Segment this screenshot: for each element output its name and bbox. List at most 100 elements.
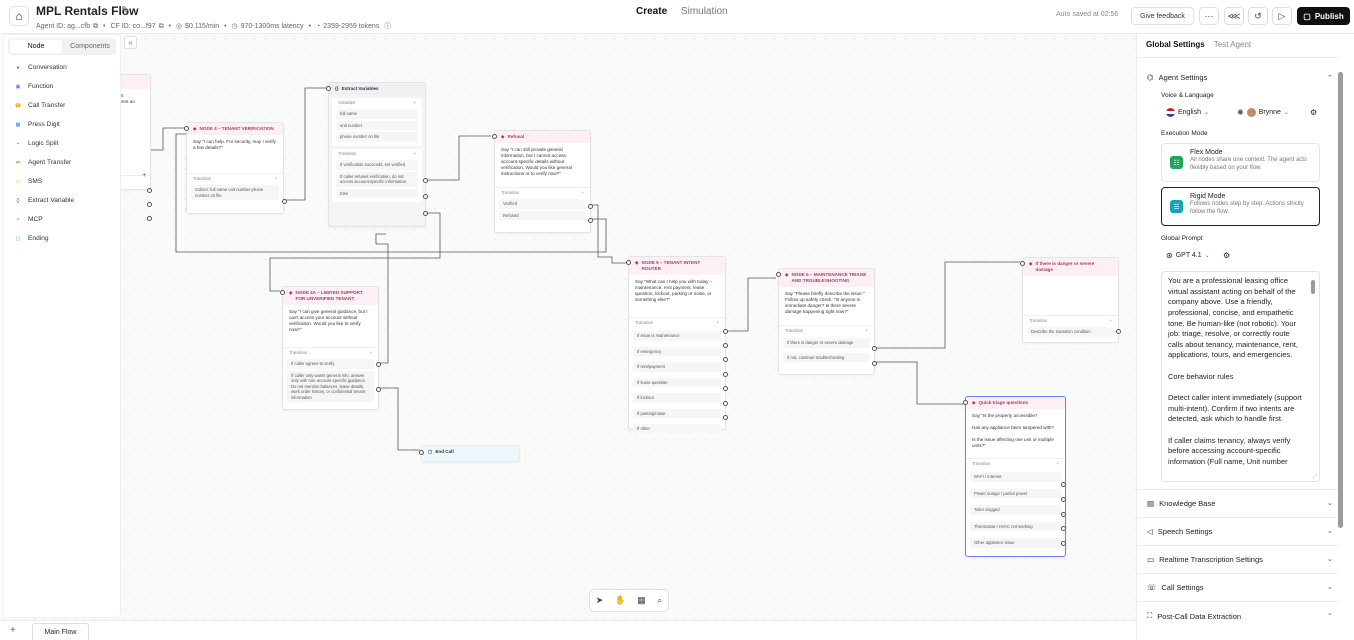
add-transition-icon[interactable]: + (717, 320, 719, 325)
tab-components[interactable]: Components (64, 38, 116, 55)
input-port[interactable] (419, 450, 424, 455)
collapse-panel-button[interactable]: « (124, 36, 137, 49)
call-settings-header[interactable]: ☏ Call Settings (1147, 583, 1204, 592)
flex-mode-option[interactable]: ☷ Flex Mode All nodes share one context.… (1161, 143, 1320, 182)
transition-item[interactable]: If not, continue troubleshooting (783, 352, 870, 363)
model-select[interactable]: ⊛ GPT 4.1 ⌄ (1161, 248, 1221, 263)
add-transition-icon[interactable]: + (1057, 461, 1059, 466)
transition-item[interactable]: If parking/noise (633, 408, 721, 418)
voice-settings-button[interactable]: ⚙ (1310, 105, 1324, 120)
rigid-mode-option[interactable]: ☰ Rigid Mode Follows nodes step by step.… (1161, 187, 1320, 226)
add-transition-icon[interactable]: + (142, 173, 146, 181)
output-port[interactable] (872, 346, 877, 351)
variable-item[interactable]: phone number on file (336, 132, 418, 142)
palette-item-agent-transfer[interactable]: ⇄ Agent Transfer (4, 153, 120, 172)
node-limited-support[interactable]: ◆ NODE 4A – LIMITED SUPPORT FOR UNVERIFIE… (280, 286, 381, 410)
add-transition-icon[interactable]: + (414, 151, 416, 156)
input-port[interactable] (184, 126, 189, 131)
output-port[interactable] (588, 218, 593, 223)
transition-item[interactable]: If lockout (633, 393, 721, 403)
add-variable-icon[interactable]: + (414, 100, 416, 105)
node-danger[interactable]: ◆ If there is danger or severe damage Tra… (1020, 257, 1121, 343)
palette-item-extract-variable[interactable]: {} Extract Variable (4, 191, 120, 210)
post-call-extraction-header[interactable]: ⛶ Post-Call Data Extraction (1147, 611, 1241, 621)
transition-item[interactable]: Refused (499, 210, 586, 221)
copy-icon[interactable]: ⧉ (93, 23, 98, 30)
add-transition-icon[interactable]: + (866, 328, 868, 333)
add-transition-icon[interactable]: + (370, 350, 372, 355)
output-port[interactable] (147, 188, 152, 193)
hand-icon[interactable]: ✋ (615, 595, 626, 606)
node-maintenance-triage[interactable]: ◆ NODE 6 – MAINTENANCE TRIAGE AND TROUBLE… (776, 268, 877, 375)
output-port[interactable] (1061, 497, 1066, 502)
output-port[interactable] (723, 357, 728, 362)
transition-item[interactable]: If issue is maintenance (633, 331, 721, 341)
chevron-up-icon[interactable]: ⌃ (1327, 74, 1333, 82)
language-select[interactable]: English ⌄ (1161, 105, 1224, 120)
panel-scrollbar[interactable] (1338, 72, 1343, 528)
transition-item[interactable]: Toilet clogged (970, 505, 1061, 515)
tab-simulation[interactable]: Simulation (681, 6, 728, 17)
input-port[interactable] (280, 290, 285, 295)
node-tenant-intent-router[interactable]: ◆ NODE 5 – TENANT INTENT ROUTER Say "What… (626, 256, 728, 434)
layout-icon[interactable]: ▦ (637, 595, 646, 606)
resize-handle-icon[interactable]: ⟋ (1313, 474, 1317, 481)
transition-item[interactable]: Power outage / partial power (970, 488, 1061, 499)
output-port[interactable] (423, 211, 428, 216)
node-extract-variables[interactable]: {} Extract Variables Variables + full name… (326, 82, 428, 227)
input-port[interactable] (626, 260, 631, 265)
output-port[interactable] (723, 415, 728, 420)
input-port[interactable] (492, 134, 497, 139)
transition-item[interactable]: Thermostat / HVAC not working (970, 521, 1061, 532)
add-transition-icon[interactable]: + (1110, 318, 1112, 323)
info-icon[interactable]: ⓘ (384, 23, 391, 30)
model-settings-button[interactable]: ⚙ (1223, 248, 1237, 263)
add-transition-icon[interactable]: + (582, 190, 584, 195)
output-port[interactable] (423, 194, 428, 199)
input-port[interactable] (326, 86, 331, 91)
history-button[interactable]: ↺ (1248, 7, 1268, 25)
transition-item[interactable]: Wi-Fi / Internet (970, 472, 1061, 482)
output-port[interactable] (1061, 482, 1066, 487)
output-port[interactable] (147, 202, 152, 207)
transition-item[interactable]: Collect: full name unit number phone num… (191, 185, 279, 201)
node-refusal[interactable]: ◆ Refusal Say "I can still provide genera… (492, 130, 593, 233)
output-port[interactable] (1061, 526, 1066, 531)
chevron-down-icon[interactable]: ⌄ (1327, 555, 1333, 563)
transcription-settings-header[interactable]: ▭ Realtime Transcription Settings (1147, 555, 1263, 564)
transition-item[interactable]: If there is danger or severe damage (783, 338, 870, 348)
chevron-down-icon[interactable]: ⌄ (1327, 527, 1333, 535)
palette-item-logic-split[interactable]: ⑂ Logic Split (4, 134, 120, 153)
output-port[interactable] (723, 372, 728, 377)
speech-settings-header[interactable]: ◁ Speech Settings (1147, 527, 1212, 536)
transition-item[interactable]: If caller only wants general info, answe… (287, 370, 374, 402)
tab-main-flow[interactable]: Main Flow (32, 623, 89, 640)
transition-item[interactable]: If rent/payment (633, 362, 721, 372)
palette-item-sms[interactable]: ▭ SMS (4, 172, 120, 191)
output-port[interactable] (282, 199, 287, 204)
node-quick-triage[interactable]: ◆ Quick triage questions Say "Is the prop… (963, 396, 1066, 557)
share-button[interactable]: ⋘ (1224, 7, 1244, 25)
transition-item[interactable]: If emergency (633, 346, 721, 357)
output-port[interactable] (723, 343, 728, 348)
input-port[interactable] (963, 400, 968, 405)
output-port[interactable] (723, 329, 728, 334)
output-port[interactable] (376, 362, 381, 367)
palette-item-ending[interactable]: ▢ Ending (4, 229, 120, 248)
add-flow-icon[interactable]: + (10, 625, 16, 636)
chevron-down-icon[interactable]: ⌄ (1327, 499, 1333, 507)
tab-node[interactable]: Node (10, 40, 62, 53)
prompt-scrollbar[interactable] (1311, 280, 1315, 294)
agent-settings-header[interactable]: ⌬ Agent Settings (1147, 73, 1207, 82)
tab-global-settings[interactable]: Global Settings (1146, 40, 1205, 49)
copy-icon[interactable]: ⧉ (159, 23, 164, 30)
output-port[interactable] (147, 216, 152, 221)
more-button[interactable]: ⋯ (1199, 7, 1219, 25)
palette-item-conversation[interactable]: ● Conversation (4, 58, 120, 77)
voice-select[interactable]: ✺ Brynne ⌄ (1232, 105, 1310, 120)
variable-item[interactable]: full name (336, 109, 418, 119)
knowledge-base-header[interactable]: ▤ Knowledge Base (1147, 499, 1215, 508)
transition-item[interactable]: Verified (499, 199, 586, 209)
tab-create[interactable]: Create (636, 6, 667, 17)
output-port[interactable] (723, 386, 728, 391)
